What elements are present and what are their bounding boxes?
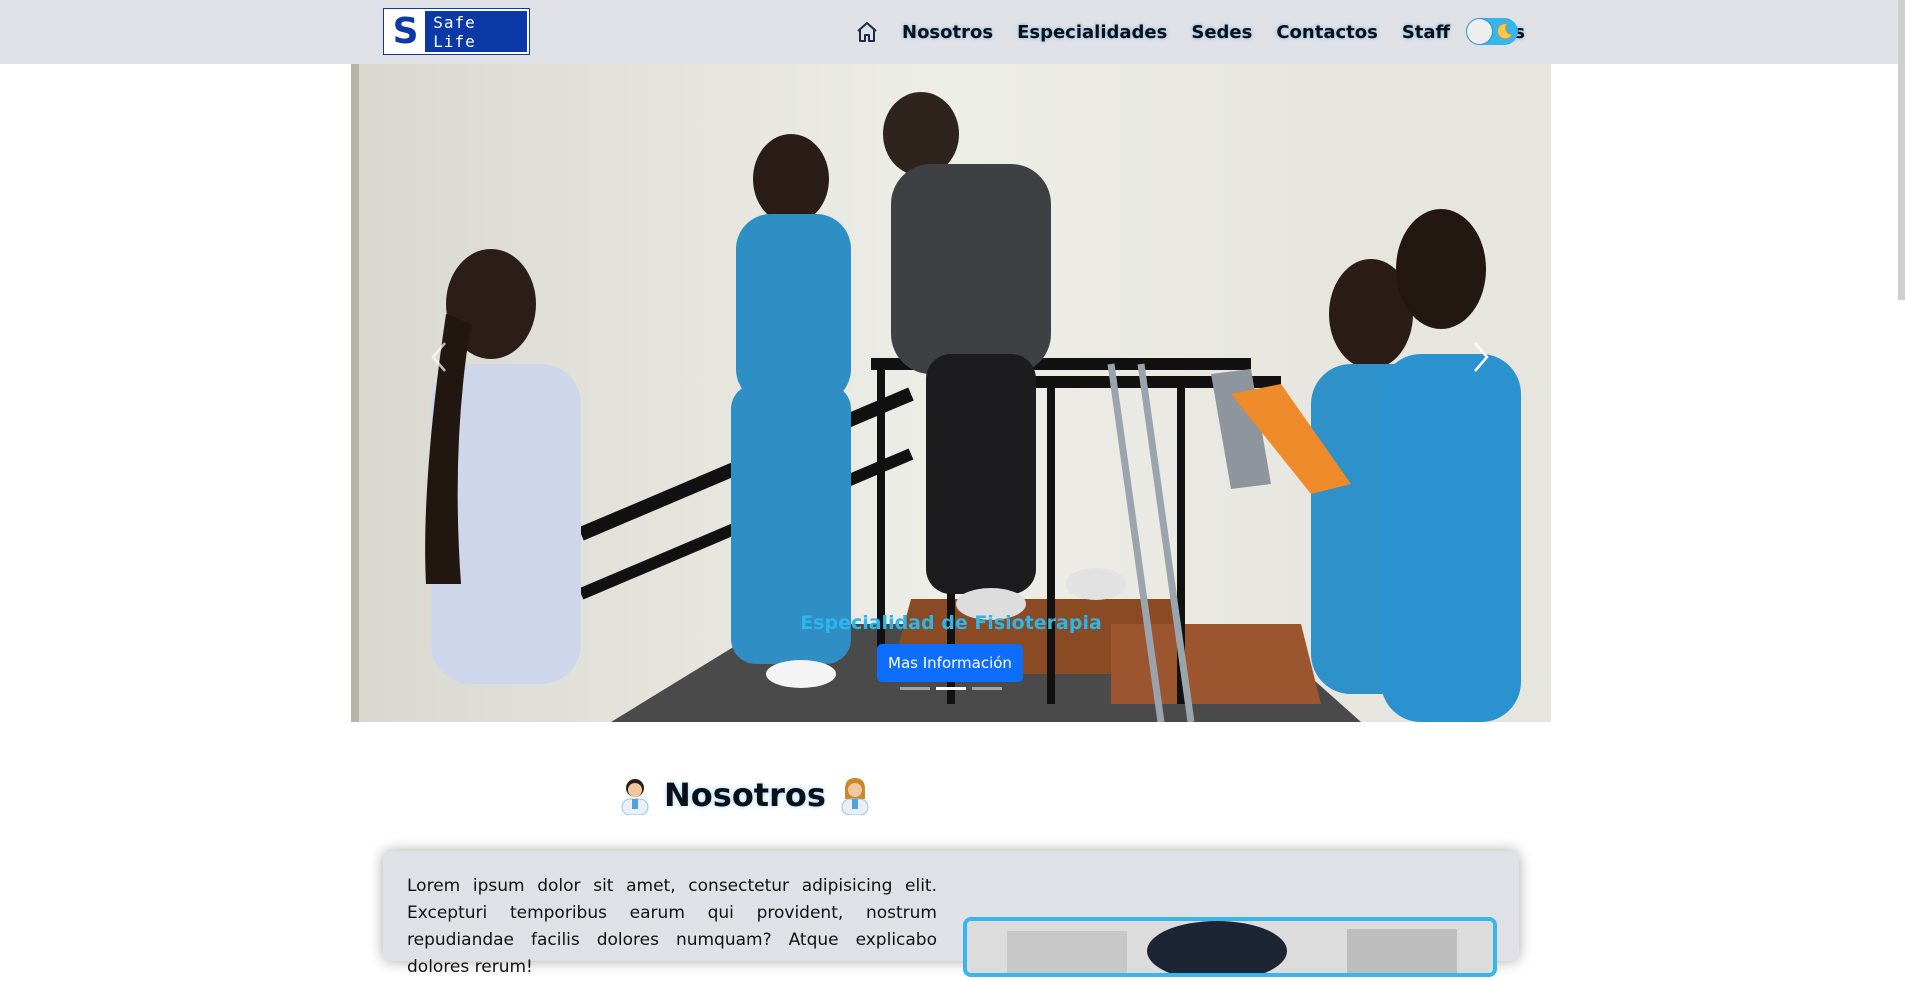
nav-link-sedes[interactable]: Sedes	[1191, 22, 1252, 43]
about-text: Lorem ipsum dolor sit amet, consectetur …	[407, 876, 937, 977]
navbar: S Safe Life Nosotros Especialidades Sede…	[0, 0, 1905, 64]
main-nav: Nosotros Especialidades Sedes Contactos …	[854, 0, 1549, 64]
page-scrollbar[interactable]	[1898, 0, 1905, 300]
chevron-right-icon[interactable]	[1461, 332, 1501, 382]
nav-link-staff[interactable]: Staff	[1402, 22, 1450, 43]
toggle-knob	[1467, 19, 1492, 44]
doctor-emoji-icon	[621, 779, 649, 815]
carousel-indicators	[900, 687, 1008, 690]
logo-letter: S	[392, 10, 419, 52]
nav-link-contactos[interactable]: Contactos	[1276, 22, 1378, 43]
chevron-left-icon[interactable]	[419, 332, 459, 382]
about-title: Nosotros	[664, 776, 826, 814]
carousel-indicator-2[interactable]	[936, 687, 966, 690]
doctor-emoji-icon	[841, 778, 869, 815]
nav-link-especialidades[interactable]: Especialidades	[1017, 22, 1167, 43]
section-title-nosotros: Nosotros	[618, 770, 872, 820]
moon-icon	[1497, 23, 1513, 40]
more-info-button[interactable]: Mas Información	[877, 644, 1023, 682]
nav-link-nosotros[interactable]: Nosotros	[902, 22, 993, 43]
home-icon[interactable]	[854, 19, 880, 45]
theme-toggle[interactable]	[1466, 18, 1518, 45]
carousel-indicator-3[interactable]	[972, 687, 1002, 690]
brand-name: Safe Life	[433, 12, 476, 51]
about-card: Lorem ipsum dolor sit amet, consectetur …	[383, 851, 1519, 977]
about-image	[963, 917, 1497, 977]
logo-mark: S	[386, 10, 426, 52]
hero-carousel: Especialidad de Fisioterapia Mas Informa…	[351, 64, 1551, 722]
brand-logo[interactable]: S Safe Life	[383, 8, 530, 55]
carousel-caption: Especialidad de Fisioterapia	[800, 612, 1102, 634]
carousel-indicator-1[interactable]	[900, 687, 930, 690]
